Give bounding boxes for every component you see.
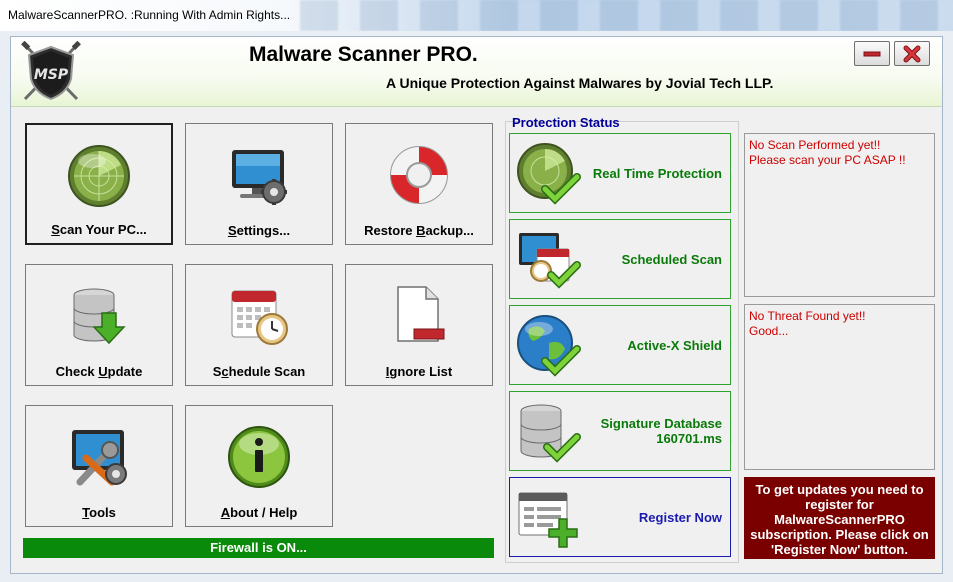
real-time-protection-label: Real Time Protection	[592, 165, 722, 181]
firewall-status-bar: Firewall is ON...	[23, 538, 494, 558]
tile-label: Schedule Scan	[212, 364, 306, 379]
settings-button[interactable]: Settings...	[185, 123, 333, 245]
threat-status-message-box: No Threat Found yet!! Good...	[744, 304, 935, 470]
info-icon	[228, 426, 290, 488]
msp-shield-logo-icon: MSP	[21, 41, 81, 101]
title-bar: MalwareScannerPRO. :Running With Admin R…	[0, 0, 953, 31]
logo-text: MSP	[34, 67, 69, 83]
check-update-button[interactable]: Check Update	[25, 264, 173, 386]
tile-label: About / Help	[220, 505, 298, 520]
protection-status-label: Protection Status	[512, 115, 620, 130]
window-title: MalwareScannerPRO. :Running With Admin R…	[8, 8, 291, 22]
register-now-label: Register Now	[638, 509, 722, 525]
app-client-area: MSP Malware Scanner PRO. A Unique Protec…	[10, 36, 943, 574]
wrench-screwdriver-icon	[72, 430, 127, 486]
ignore-list-button[interactable]: Ignore List	[345, 264, 493, 386]
active-x-shield-label: Active-X Shield	[627, 337, 722, 353]
tile-label: Check Update	[55, 364, 143, 379]
tile-label: Tools	[82, 505, 116, 520]
signature-database-label: Signature Database 160701.ms	[600, 416, 722, 446]
threat-status-line: Good...	[749, 324, 789, 338]
app-subtitle: A Unique Protection Against Malwares by …	[386, 75, 774, 91]
real-time-protection-item[interactable]: Real Time Protection	[509, 133, 731, 213]
close-icon	[903, 45, 921, 62]
app-title: Malware Scanner PRO.	[249, 43, 478, 66]
schedule-scan-button[interactable]: Schedule Scan	[185, 264, 333, 386]
minimize-button[interactable]	[854, 41, 890, 66]
scan-your-pc-button[interactable]: Scan Your PC...	[25, 123, 173, 245]
tile-label: Scan Your PC...	[51, 222, 147, 237]
register-now-button[interactable]: Register Now	[509, 477, 731, 557]
tile-label: Settings...	[227, 223, 291, 238]
lifebuoy-icon	[390, 146, 448, 204]
scheduled-scan-label: Scheduled Scan	[621, 251, 722, 267]
radar-check-icon	[517, 143, 581, 205]
threat-status-line: No Threat Found yet!!	[749, 309, 866, 323]
scan-status-message-box: No Scan Performed yet!! Please scan your…	[744, 133, 935, 297]
calendar-clock-icon	[231, 290, 288, 345]
radar-icon	[68, 145, 130, 207]
monitor-gear-icon	[232, 150, 287, 205]
minimize-icon	[863, 51, 881, 56]
tile-label: Restore Backup...	[364, 223, 474, 238]
scan-status-line: No Scan Performed yet!!	[749, 138, 881, 152]
tools-button[interactable]: Tools	[25, 405, 173, 527]
scan-status-line: Please scan your PC ASAP !!	[749, 153, 906, 167]
close-button[interactable]	[894, 41, 930, 66]
active-x-shield-item[interactable]: Active-X Shield	[509, 305, 731, 385]
restore-backup-button[interactable]: Restore Backup...	[345, 123, 493, 245]
tile-label: Ignore List	[385, 364, 453, 379]
register-notice: To get updates you need to register for …	[744, 477, 935, 559]
signature-database-item[interactable]: Signature Database 160701.ms	[509, 391, 731, 471]
about-help-button[interactable]: About / Help	[185, 405, 333, 527]
app-header: MSP Malware Scanner PRO. A Unique Protec…	[11, 37, 942, 107]
document-minus-icon	[397, 286, 445, 342]
database-check-icon	[520, 404, 581, 463]
globe-check-icon	[517, 315, 581, 377]
calendar-check-icon	[519, 233, 581, 289]
scheduled-scan-item[interactable]: Scheduled Scan	[509, 219, 731, 299]
background-taskbar-blur	[300, 0, 953, 31]
form-plus-icon	[518, 492, 578, 548]
database-download-icon	[73, 288, 126, 345]
